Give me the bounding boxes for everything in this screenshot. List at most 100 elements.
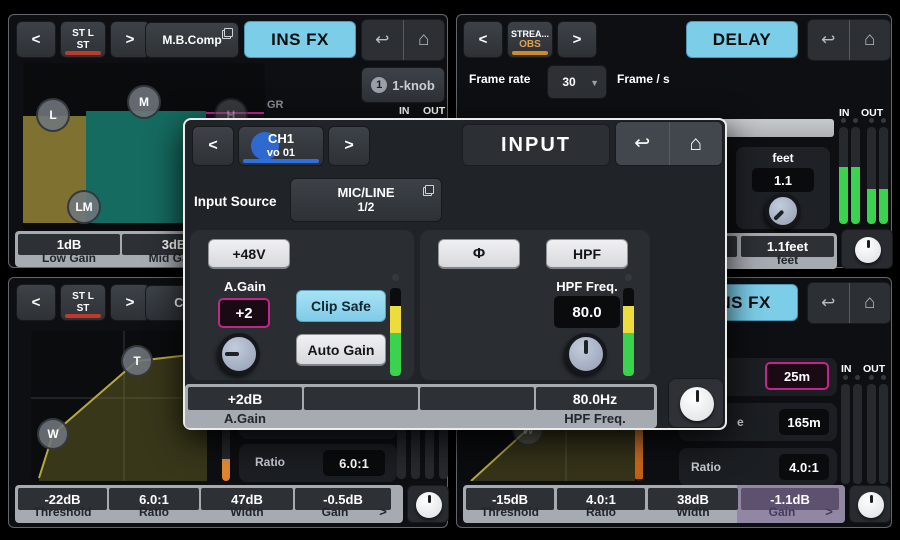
param-value[interactable] [420, 387, 534, 410]
param-label: Gain [295, 504, 375, 519]
next-channel-button[interactable]: > [110, 284, 150, 321]
out-label: OUT [863, 363, 885, 375]
param-row-ratio[interactable]: Ratio 4.0:1 [679, 448, 837, 486]
back-icon[interactable]: ↩ [808, 283, 849, 323]
copy-icon [222, 28, 233, 39]
peak-dot [843, 375, 848, 380]
delay-knob[interactable] [765, 193, 801, 229]
nav-block: ↩ ⌂ [807, 282, 891, 324]
home-icon[interactable]: ⌂ [849, 283, 891, 323]
in-label: IN [841, 363, 852, 375]
touch-knob[interactable] [855, 237, 881, 263]
param-value[interactable]: +2dB [188, 387, 302, 410]
gr-label: GR [267, 99, 284, 111]
row-value: 6.0:1 [323, 450, 385, 476]
param-label: Low Gain [18, 250, 120, 265]
param-value[interactable]: 80.0Hz [536, 387, 654, 410]
back-icon[interactable]: ↩ [362, 20, 403, 60]
back-icon[interactable]: ↩ [808, 20, 849, 60]
row-value: 165m [779, 409, 829, 435]
more-params-arrow[interactable]: > [821, 504, 837, 519]
prev-channel-button[interactable]: < [192, 126, 234, 166]
param-label: Width [201, 504, 293, 519]
phase-button[interactable]: Φ [438, 239, 520, 269]
back-icon[interactable]: ↩ [616, 122, 669, 165]
next-channel-button[interactable]: > [557, 21, 597, 58]
prev-channel-button[interactable]: < [463, 21, 503, 58]
hpf-button[interactable]: HPF [546, 239, 628, 269]
home-icon[interactable]: ⌂ [403, 20, 445, 60]
input-source-label: Input Source [194, 186, 277, 216]
band-node-low[interactable]: L [36, 98, 70, 132]
touch-knob[interactable] [416, 492, 442, 518]
one-knob-badge-icon: 1 [371, 77, 387, 93]
page-title: INPUT [462, 124, 610, 166]
in-meter-l [841, 384, 850, 484]
row-label: e [737, 414, 744, 430]
param-row-ratio[interactable]: Ratio 6.0:1 [239, 444, 397, 482]
home-icon[interactable]: ⌂ [669, 122, 723, 165]
nav-block: ↩ ⌂ [807, 19, 891, 61]
again-knob[interactable] [218, 333, 260, 375]
touch-knob[interactable] [858, 492, 884, 518]
out-meter-l [867, 384, 876, 484]
channel-color-bar [512, 51, 548, 55]
frame-rate-select[interactable]: 30 ▼ [547, 65, 607, 99]
band-node-lowmid[interactable]: LM [67, 190, 101, 224]
prev-channel-button[interactable]: < [16, 21, 56, 58]
row-value-selected: 25m [765, 362, 829, 390]
channel-select-button[interactable]: ST L ST [60, 284, 106, 321]
console-screen: < ST L ST > M.B.Comp INS FX ↩ ⌂ L M H LM… [0, 0, 900, 540]
one-knob-label: 1-knob [392, 78, 435, 93]
more-params-arrow[interactable]: > [375, 504, 391, 519]
copy-icon [423, 185, 434, 196]
width-node[interactable]: W [37, 418, 69, 450]
touch-knob[interactable] [680, 387, 714, 421]
clip-safe-button[interactable]: Clip Safe [296, 290, 386, 322]
next-channel-button[interactable]: > [328, 126, 370, 166]
plugin-name: M.B.Comp [162, 33, 221, 47]
out-meter-l [867, 127, 876, 224]
out-label: OUT [423, 105, 445, 117]
param-value[interactable] [304, 387, 418, 410]
band-node-mid[interactable]: M [127, 85, 161, 119]
param-label: HPF Freq. [536, 410, 654, 426]
peak-dot [625, 274, 632, 281]
threshold-node[interactable]: T [121, 345, 153, 377]
channel-select-button[interactable]: CH1 vo 01 [238, 126, 324, 166]
peak-dot [869, 375, 874, 380]
input-source-button[interactable]: MIC/LINE 1/2 [290, 178, 442, 222]
hpf-freq-value[interactable]: 80.0 [554, 296, 620, 328]
again-value[interactable]: +2 [218, 298, 270, 328]
param-label: Threshold [466, 504, 554, 519]
tab-delay[interactable]: DELAY [686, 21, 798, 58]
input-source-value: MIC/LINE [337, 186, 394, 201]
channel-select-button[interactable]: STREA... OBS [507, 21, 553, 58]
in-label: IN [399, 105, 410, 117]
touch-knob-box [407, 485, 449, 523]
peak-dot [881, 118, 886, 123]
nav-block: ↩ ⌂ [361, 19, 445, 61]
hpf-knob[interactable] [565, 333, 607, 375]
row-value: 4.0:1 [779, 454, 829, 480]
home-icon[interactable]: ⌂ [849, 20, 891, 60]
tab-ins-fx[interactable]: INS FX [244, 21, 356, 58]
out-meter-r [879, 384, 888, 484]
plugin-name-button[interactable]: M.B.Comp [145, 22, 239, 58]
chevron-down-icon: ▼ [590, 78, 599, 88]
channel-name: STREA... [511, 29, 549, 39]
phantom-48v-button[interactable]: +48V [208, 239, 290, 269]
in-meter-r [853, 384, 862, 484]
param-label: feet [741, 252, 834, 267]
one-knob-button[interactable]: 1 1-knob [361, 67, 445, 103]
prev-channel-button[interactable]: < [16, 284, 56, 321]
delay-value[interactable]: 1.1 [752, 168, 814, 192]
peak-dot [881, 375, 886, 380]
next-channel-button[interactable]: > [110, 21, 150, 58]
channel-select-button[interactable]: ST L ST [60, 21, 106, 58]
frame-unit-label: Frame / s [617, 71, 670, 87]
param-label: Threshold [18, 504, 107, 519]
in-meter-l [839, 127, 848, 224]
auto-gain-button[interactable]: Auto Gain [296, 334, 386, 366]
param-label: Ratio [557, 504, 645, 519]
